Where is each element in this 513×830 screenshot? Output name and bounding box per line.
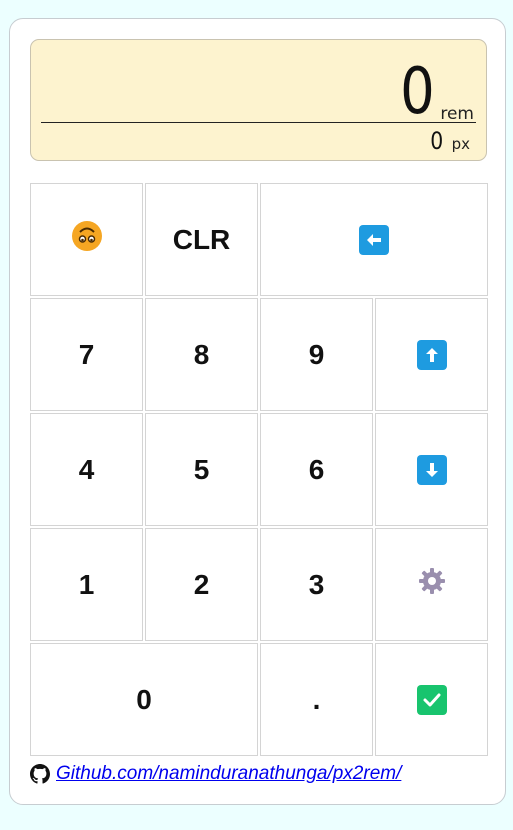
github-icon xyxy=(30,764,50,784)
gear-icon xyxy=(417,566,447,603)
decimal-label: . xyxy=(312,683,321,715)
emoji-button[interactable] xyxy=(30,183,143,296)
backspace-button[interactable] xyxy=(260,183,488,296)
digit-9-button[interactable]: 9 xyxy=(260,298,373,411)
rem-value: 0 xyxy=(399,55,435,129)
digit-5-button[interactable]: 5 xyxy=(145,413,258,526)
rem-readout: 0 rem xyxy=(394,54,474,124)
clear-label: CLR xyxy=(172,223,231,255)
digit-1-button[interactable]: 1 xyxy=(30,528,143,641)
display-panel: 0 rem 0 px xyxy=(30,39,487,161)
digit-9-label: 9 xyxy=(308,338,325,370)
digit-4-label: 4 xyxy=(78,453,95,485)
down-arrow-icon xyxy=(416,454,447,485)
px-unit-label: px xyxy=(451,135,470,153)
display-divider xyxy=(41,122,476,123)
left-arrow-icon xyxy=(359,224,389,255)
digit-2-label: 2 xyxy=(193,568,210,600)
keypad: CLR 7 8 9 4 5 6 1 2 3 0 . xyxy=(30,183,489,757)
github-link-text: Github.com/naminduranathunga/px2rem/ xyxy=(56,763,402,784)
digit-5-label: 5 xyxy=(193,453,210,485)
increment-button[interactable] xyxy=(375,298,488,411)
px-readout: 0 px xyxy=(428,128,470,154)
digit-7-label: 7 xyxy=(78,338,95,370)
digit-4-button[interactable]: 4 xyxy=(30,413,143,526)
digit-8-button[interactable]: 8 xyxy=(145,298,258,411)
decrement-button[interactable] xyxy=(375,413,488,526)
digit-6-label: 6 xyxy=(308,453,325,485)
up-arrow-icon xyxy=(416,339,447,370)
digit-3-label: 3 xyxy=(308,568,325,600)
converter-card: 0 rem 0 px CLR 7 8 9 4 5 6 1 2 3 0 . Git… xyxy=(9,18,506,805)
upside-down-face-icon xyxy=(71,220,103,259)
decimal-button[interactable]: . xyxy=(260,643,373,756)
digit-1-label: 1 xyxy=(78,568,95,600)
github-link[interactable]: Github.com/naminduranathunga/px2rem/ xyxy=(30,763,401,785)
rem-unit-label: rem xyxy=(440,104,474,124)
settings-button[interactable] xyxy=(375,528,488,641)
digit-2-button[interactable]: 2 xyxy=(145,528,258,641)
digit-3-button[interactable]: 3 xyxy=(260,528,373,641)
digit-7-button[interactable]: 7 xyxy=(30,298,143,411)
clear-button[interactable]: CLR xyxy=(145,183,258,296)
digit-8-label: 8 xyxy=(193,338,210,370)
confirm-button[interactable] xyxy=(375,643,488,756)
digit-6-button[interactable]: 6 xyxy=(260,413,373,526)
digit-0-button[interactable]: 0 xyxy=(30,643,258,756)
check-mark-icon xyxy=(416,684,447,715)
px-value: 0 xyxy=(430,127,444,155)
digit-0-label: 0 xyxy=(136,683,152,715)
